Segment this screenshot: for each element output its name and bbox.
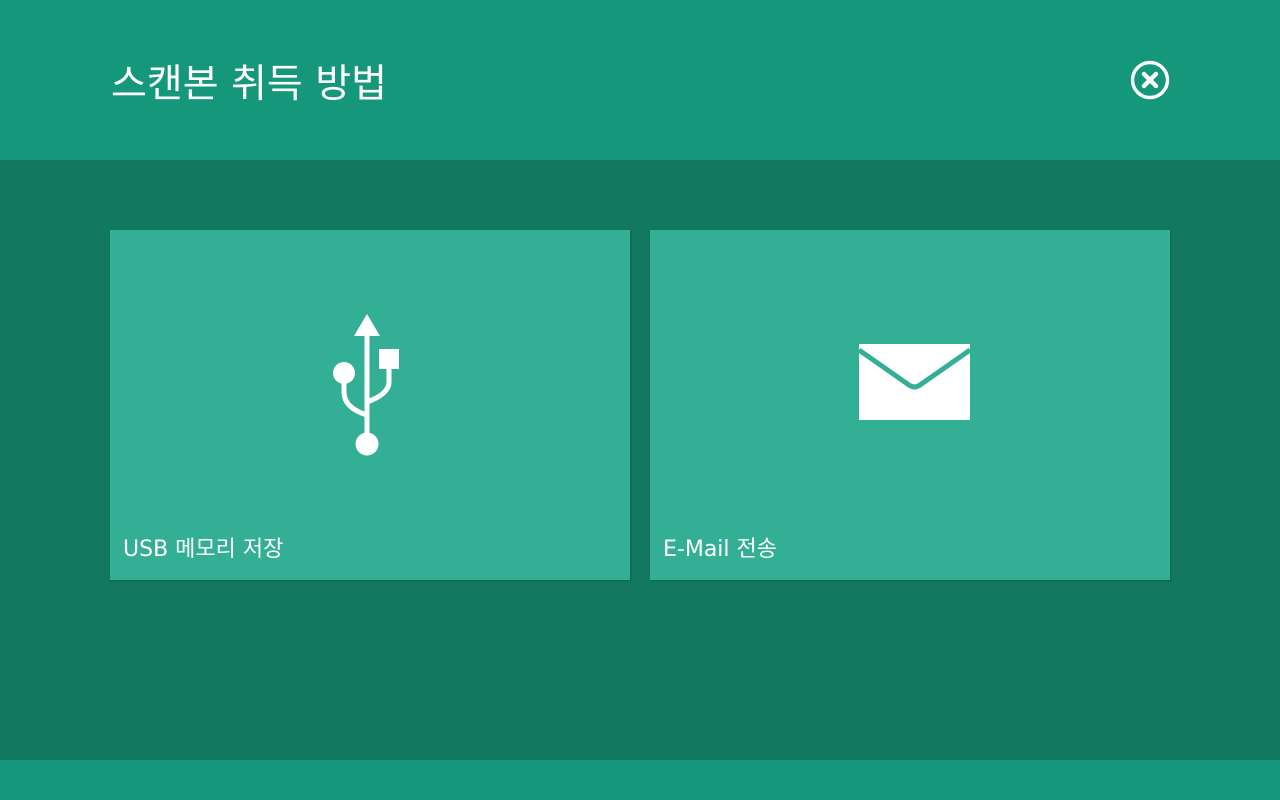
close-button[interactable] (1129, 59, 1171, 101)
usb-save-label: USB 메모리 저장 (123, 537, 284, 562)
usb-icon (333, 314, 399, 456)
main-area: USB 메모리 저장 E-Mail 전송 (0, 160, 1280, 760)
close-circle-icon (1130, 60, 1170, 100)
page-title: 스캔본 취득 방법 (111, 62, 387, 107)
header-bar: 스캔본 취득 방법 (0, 0, 1280, 160)
footer-bar (0, 760, 1280, 800)
usb-save-tile[interactable]: USB 메모리 저장 (110, 230, 630, 580)
email-send-tile[interactable]: E-Mail 전송 (650, 230, 1170, 580)
email-send-label: E-Mail 전송 (663, 537, 777, 562)
envelope-icon (858, 344, 971, 420)
